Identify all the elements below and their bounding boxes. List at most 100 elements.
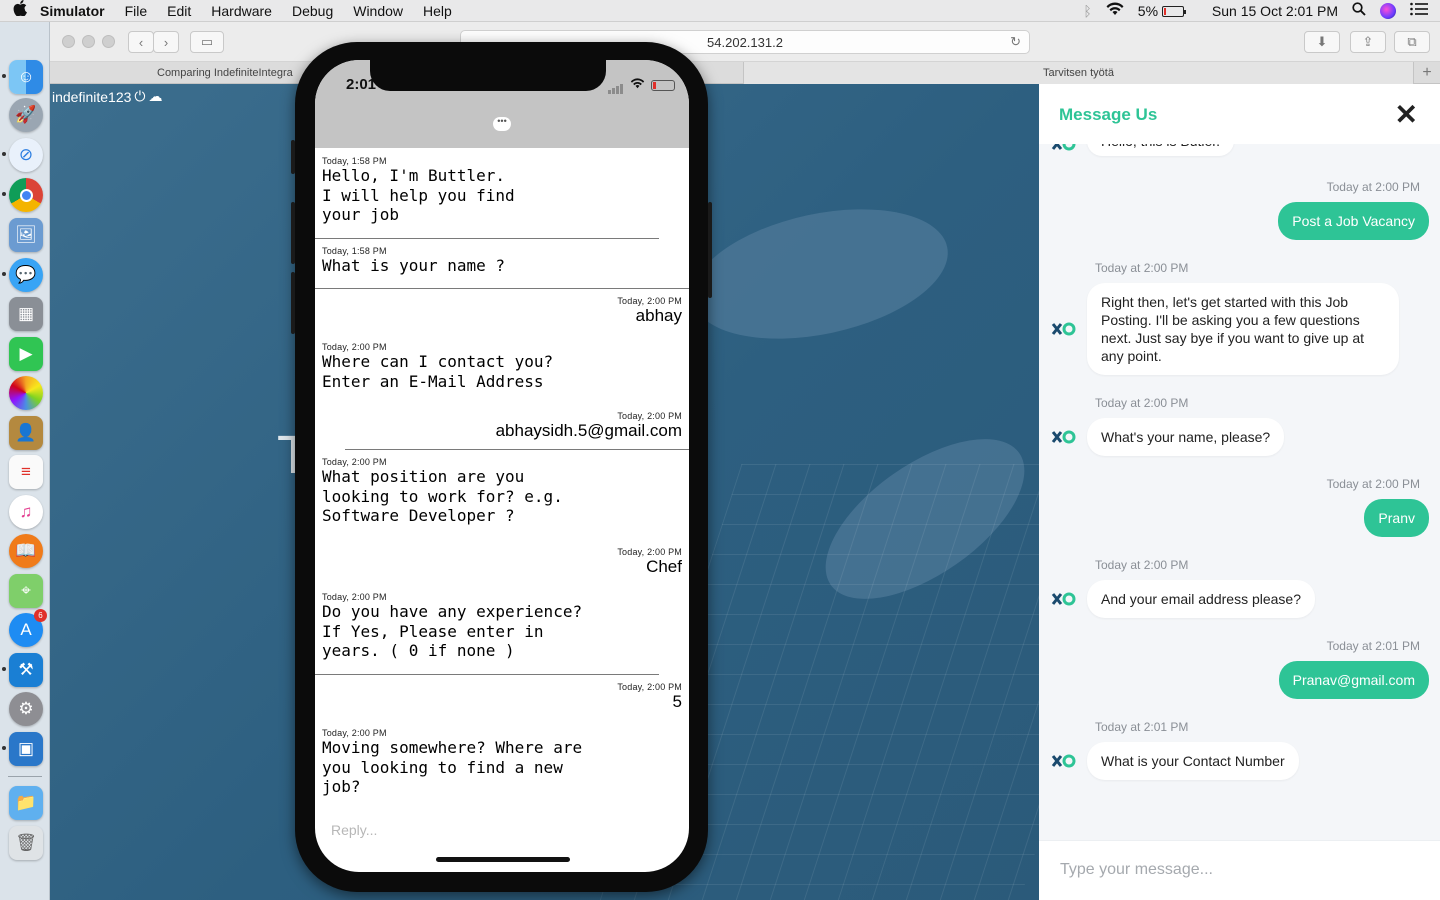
bluetooth-icon[interactable]: ᛒ (1083, 3, 1091, 19)
photos-icon[interactable] (9, 376, 43, 410)
message-timestamp: Today, 2:00 PM (322, 342, 387, 352)
launchpad-icon[interactable]: 🚀 (9, 98, 43, 132)
side-button[interactable] (708, 202, 712, 298)
message-timestamp: Today at 2:00 PM (1095, 396, 1189, 410)
mute-switch[interactable] (291, 140, 295, 174)
message-text: Moving somewhere? Where are you looking … (322, 738, 583, 797)
forward-button[interactable]: › (153, 31, 179, 53)
phone-reply-input[interactable]: Reply... (331, 822, 377, 838)
phone-message-user: Today, 2:00 PM Chef (322, 547, 682, 577)
chat-message-bot: What is your Contact Number (1087, 742, 1299, 780)
share-button[interactable]: ⇪ (1350, 31, 1386, 53)
maps-icon[interactable]: ⌖ (9, 574, 43, 608)
menu-file[interactable]: File (125, 3, 148, 19)
volume-up-button[interactable] (291, 202, 295, 264)
phone-message-bot: Today, 2:00 PM Moving somewhere? Where a… (322, 728, 682, 797)
battery-percent: 5% (1137, 2, 1159, 19)
bot-avatar-icon (1051, 430, 1076, 444)
notification-center-icon[interactable] (1410, 2, 1428, 19)
siri-icon[interactable] (1380, 2, 1396, 19)
calculator-icon[interactable]: ▦ (9, 297, 43, 331)
message-divider (345, 449, 689, 450)
menubar-clock[interactable]: Sun 15 Oct 2:01 PM (1212, 3, 1338, 19)
bot-avatar-icon (1051, 322, 1076, 336)
reload-icon[interactable]: ↻ (1010, 34, 1021, 50)
tab-title: Comparing IndefiniteIntegra (157, 67, 293, 79)
running-indicator (2, 152, 6, 156)
message-text: Hello, I'm Buttler. I will help you find… (322, 166, 515, 225)
phone-message-bot: Today, 2:00 PM Do you have any experienc… (322, 592, 682, 661)
phone-status-icons (608, 76, 675, 94)
menu-edit[interactable]: Edit (167, 3, 191, 19)
tabs-overview-button[interactable]: ⧉ (1394, 31, 1430, 53)
phone-notch (370, 60, 606, 91)
apple-menu-icon[interactable] (0, 0, 40, 21)
downloads-button[interactable]: ⬇ (1304, 31, 1340, 53)
message-text: abhaysidh.5@gmail.com (495, 421, 682, 440)
close-window-button[interactable] (62, 35, 75, 48)
bot-avatar-icon (1051, 592, 1076, 606)
contacts-icon[interactable]: 👤 (9, 416, 43, 450)
menu-debug[interactable]: Debug (292, 3, 333, 19)
safari-icon[interactable]: ⊘ (9, 138, 43, 172)
downloads-folder-icon[interactable]: 📁 (9, 786, 43, 820)
volume-down-button[interactable] (291, 272, 295, 334)
simulator-icon[interactable]: ▣ (9, 732, 43, 766)
menu-window[interactable]: Window (353, 3, 403, 19)
back-button[interactable]: ‹ (128, 31, 154, 53)
close-chat-button[interactable]: ✕ (1395, 98, 1418, 131)
app-store-icon[interactable]: A6 (9, 609, 47, 647)
message-text: What position are you looking to work fo… (322, 467, 563, 526)
message-timestamp: Today at 2:00 PM (1326, 477, 1420, 491)
home-indicator[interactable] (436, 857, 570, 862)
battery-status[interactable]: 5% (1137, 2, 1186, 19)
message-timestamp: Today, 2:00 PM (617, 296, 682, 306)
menu-help[interactable]: Help (423, 3, 452, 19)
phone-wifi-icon (630, 76, 645, 94)
chrome-icon[interactable] (9, 178, 43, 212)
ibooks-icon[interactable]: 📖 (9, 534, 43, 568)
itunes-icon[interactable]: ♫ (9, 495, 43, 529)
sidebar-toggle-button[interactable]: ▭ (190, 31, 224, 53)
finder-icon[interactable]: ☺ (9, 60, 43, 94)
spotlight-search-icon[interactable] (1352, 2, 1366, 19)
chat-input-placeholder: Type your message... (1060, 861, 1213, 878)
message-timestamp: Today at 2:01 PM (1095, 720, 1189, 734)
message-timestamp: Today at 2:01 PM (1326, 639, 1420, 653)
facetime-icon[interactable]: ▶ (9, 337, 43, 371)
message-text: Post a Job Vacancy (1292, 213, 1415, 229)
new-tab-button[interactable]: + (1414, 62, 1440, 84)
zoom-window-button[interactable] (102, 35, 115, 48)
chat-message-input[interactable]: Type your message... (1039, 840, 1440, 900)
reminders-icon[interactable]: ≡ (9, 455, 43, 489)
phone-battery-icon (651, 79, 675, 91)
message-timestamp: Today, 2:00 PM (322, 457, 387, 467)
preview-icon[interactable]: 🖼 (9, 218, 43, 252)
message-timestamp: Today, 2:00 PM (617, 411, 682, 421)
web-page: T indefinite123 ⏻ ☁ Message Us ✕ Hello, … (50, 84, 1440, 900)
minimize-window-button[interactable] (82, 35, 95, 48)
username: indefinite123 (52, 88, 132, 105)
message-timestamp: Today at 2:00 PM (1095, 261, 1189, 275)
app-menu-simulator[interactable]: Simulator (40, 3, 105, 19)
message-text: Where can I contact you? Enter an E-Mail… (322, 352, 554, 391)
power-icon[interactable]: ⏻ (134, 88, 145, 105)
phone-message-bot: Today, 1:58 PM What is your name ? (322, 246, 682, 276)
trash-icon[interactable]: 🗑 (9, 826, 43, 860)
chat-message-user: Pranv (1364, 499, 1429, 537)
message-text: Pranv (1378, 510, 1415, 526)
system-preferences-icon[interactable]: ⚙ (9, 692, 43, 726)
cloud-upload-icon[interactable]: ☁ (148, 88, 162, 105)
wifi-icon[interactable] (1106, 2, 1124, 19)
xcode-icon[interactable]: ⚒ (9, 653, 43, 687)
message-timestamp: Today, 1:58 PM (322, 156, 387, 166)
iphone-simulator: 2:01 ••• Today, 1:58 PM Hello, I'm Buttl… (291, 42, 712, 892)
chat-message-user: Pranav@gmail.com (1278, 661, 1429, 699)
message-timestamp: Today, 2:00 PM (617, 682, 682, 692)
messages-icon[interactable]: 💬 (9, 258, 43, 292)
message-timestamp: Today, 1:58 PM (322, 246, 387, 256)
tab-tarvitsen-tyota[interactable]: Tarvitsen työtä (744, 62, 1414, 84)
phone-message-user: Today, 2:00 PM 5 (322, 682, 682, 712)
menu-hardware[interactable]: Hardware (211, 3, 272, 19)
message-timestamp: Today, 2:00 PM (617, 547, 682, 557)
